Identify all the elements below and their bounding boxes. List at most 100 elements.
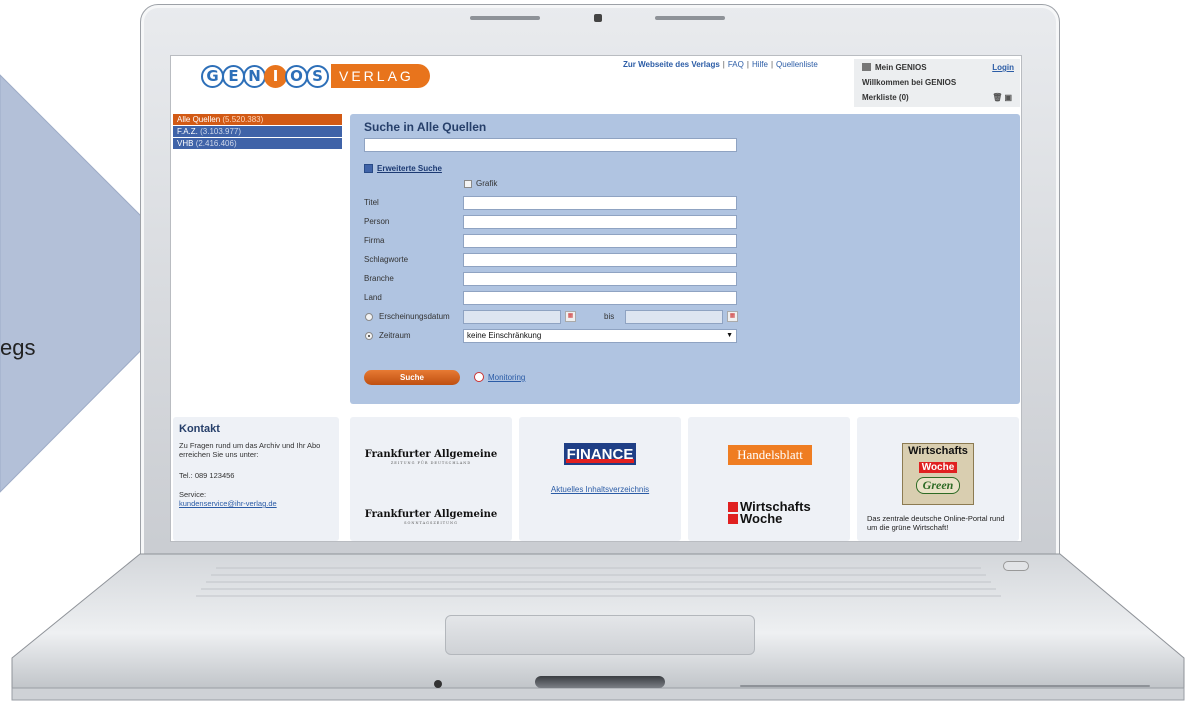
slide-partial-text: egs: [0, 335, 36, 360]
camera-icon: [594, 14, 602, 22]
logo-letter: I: [264, 64, 287, 88]
source-count: (3.103.977): [200, 127, 242, 136]
handelsblatt-box: Handelsblatt Wirtschafts Woche: [688, 417, 850, 541]
finance-logo[interactable]: FINANCE: [564, 443, 636, 465]
date-to-input[interactable]: [625, 310, 723, 324]
welcome-text: Willkommen bei GENIOS: [862, 78, 957, 87]
wiwo-green-description: Das zentrale deutsche Online-Portal rund…: [867, 514, 1005, 532]
source-list: Alle Quellen (5.520.383) F.A.Z. (3.103.9…: [173, 114, 342, 150]
merkliste-link[interactable]: Merkliste (0): [862, 93, 909, 102]
top-links: Zur Webseite des Verlags | FAQ | Hilfe | Quell…: [623, 60, 818, 69]
lid-slot-left: [470, 16, 540, 20]
logo-letter: S: [306, 64, 329, 88]
trackpad: [445, 615, 755, 655]
monitoring-label: Monitoring: [488, 373, 526, 382]
erscheinungsdatum-radio[interactable]: [365, 313, 373, 321]
kontakt-phone: Tel.: 089 123456: [179, 471, 235, 480]
land-input[interactable]: [463, 291, 737, 305]
firma-input[interactable]: [463, 234, 737, 248]
kontakt-email-link[interactable]: kundenservice@ihr-verlag.de: [179, 499, 329, 508]
lid-slot-right: [655, 16, 725, 20]
power-button: [1003, 561, 1029, 571]
fas-logo-subtitle: SONNTAGSZEITUNG: [404, 521, 458, 525]
link-verlag-website[interactable]: Zur Webseite des Verlags: [623, 60, 720, 69]
monitoring-link[interactable]: Monitoring: [474, 372, 525, 382]
alarm-clock-icon: [474, 372, 484, 382]
search-panel: Suche in Alle Quellen Erweiterte Suche G…: [350, 114, 1020, 404]
person-input[interactable]: [463, 215, 737, 229]
logo-letter: O: [285, 64, 308, 88]
zeitraum-label: Zeitraum: [379, 331, 411, 340]
laptop-screen: G E N I O S VERLAG Zur Webseite des Verl…: [170, 55, 1022, 542]
user-panel-icon: [862, 63, 871, 71]
zeitraum-radio[interactable]: [365, 332, 373, 340]
faz-box: Frankfurter Allgemeine ZEITUNG FÜR DEUTSC…: [350, 417, 512, 541]
date-from-input[interactable]: [463, 310, 561, 324]
base-slot: [535, 676, 665, 688]
faz-logo[interactable]: Frankfurter Allgemeine ZEITUNG FÜR DEUTSC…: [356, 449, 506, 465]
search-title: Suche in Alle Quellen: [364, 120, 487, 134]
source-name: F.A.Z.: [177, 127, 198, 136]
link-separator: |: [770, 60, 774, 69]
link-faq[interactable]: FAQ: [728, 60, 744, 69]
source-item-vhb[interactable]: VHB (2.416.406): [173, 138, 342, 150]
wwg-line3: Green: [915, 477, 961, 494]
logo-letter: G: [201, 64, 224, 88]
date-bis-label: bis: [604, 312, 615, 321]
advanced-search-label: Erweiterte Suche: [377, 164, 442, 173]
faz-logo-subtitle: ZEITUNG FÜR DEUTSCHLAND: [390, 461, 472, 465]
login-link[interactable]: Login: [992, 62, 1014, 74]
kontakt-service-label: Service:: [179, 490, 207, 499]
logo-letter: E: [222, 64, 245, 88]
base-edge-line: [740, 685, 1150, 687]
source-item-alle[interactable]: Alle Quellen (5.520.383): [173, 114, 342, 126]
kontakt-title: Kontakt: [179, 423, 220, 435]
collapse-icon: [364, 164, 373, 173]
link-hilfe[interactable]: Hilfe: [752, 60, 768, 69]
kontakt-box: Kontakt Zu Fragen rund um das Archiv und…: [173, 417, 339, 541]
link-quellenliste[interactable]: Quellenliste: [776, 60, 818, 69]
advanced-search-toggle[interactable]: Erweiterte Suche: [364, 164, 442, 173]
wiwo-green-logo[interactable]: Wirtschafts Woche Green: [902, 443, 974, 505]
erscheinungsdatum-label: Erscheinungsdatum: [379, 312, 450, 321]
zeitraum-select[interactable]: keine Einschränkung ▼: [463, 329, 737, 343]
fas-logo-text: Frankfurter Allgemeine: [364, 509, 498, 520]
field-label-land: Land: [364, 293, 382, 302]
titel-input[interactable]: [463, 196, 737, 210]
source-name: VHB: [177, 139, 194, 148]
wwg-line1: Wirtschafts: [908, 445, 968, 457]
search-submit-button[interactable]: Suche: [364, 370, 460, 385]
zeitraum-selected-value: keine Einschränkung: [467, 331, 542, 340]
faz-logo-text: Frankfurter Allgemeine: [364, 449, 498, 460]
kontakt-intro: Zu Fragen rund um das Archiv und Ihr Abo…: [179, 441, 321, 459]
trash-icon[interactable]: 🗑▣: [992, 92, 1014, 104]
wiwo-line2-text: Woche: [740, 511, 783, 526]
finance-box: FINANCE Aktuelles Inhaltsverzeichnis: [519, 417, 681, 541]
wiwo-line2: Woche: [728, 511, 811, 526]
mein-genios-title: Mein GENIOS: [875, 63, 927, 72]
inhaltsverzeichnis-link[interactable]: Aktuelles Inhaltsverzeichnis: [519, 485, 681, 494]
fas-logo[interactable]: Frankfurter Allgemeine SONNTAGSZEITUNG: [356, 509, 506, 525]
handelsblatt-logo[interactable]: Handelsblatt: [728, 445, 812, 465]
dropdown-arrow-icon: ▼: [726, 332, 733, 339]
mein-genios-box: Mein GENIOS Login Willkommen bei GENIOS …: [854, 59, 1020, 107]
wirtschaftswoche-logo[interactable]: Wirtschafts Woche: [728, 500, 811, 526]
genios-verlag-logo[interactable]: G E N I O S VERLAG: [201, 63, 430, 89]
schlagworte-input[interactable]: [463, 253, 737, 267]
search-query-input[interactable]: [364, 138, 737, 152]
source-item-faz[interactable]: F.A.Z. (3.103.977): [173, 126, 342, 138]
slide-stage: egs G E N I O S VERLAG Zur Webseite des …: [0, 0, 1195, 713]
calendar-icon[interactable]: ▦: [727, 311, 738, 322]
source-name: Alle Quellen: [177, 115, 221, 124]
logo-letter: N: [243, 64, 266, 88]
branche-input[interactable]: [463, 272, 737, 286]
wwg-line2: Woche: [918, 462, 958, 473]
logo-verlag-label: VERLAG: [331, 64, 430, 88]
link-separator: |: [746, 60, 749, 69]
field-label-person: Person: [364, 217, 390, 226]
grafik-checkbox[interactable]: [464, 180, 472, 188]
field-label-branche: Branche: [364, 274, 394, 283]
calendar-icon[interactable]: ▦: [565, 311, 576, 322]
field-label-firma: Firma: [364, 236, 385, 245]
grafik-label: Grafik: [476, 179, 498, 188]
